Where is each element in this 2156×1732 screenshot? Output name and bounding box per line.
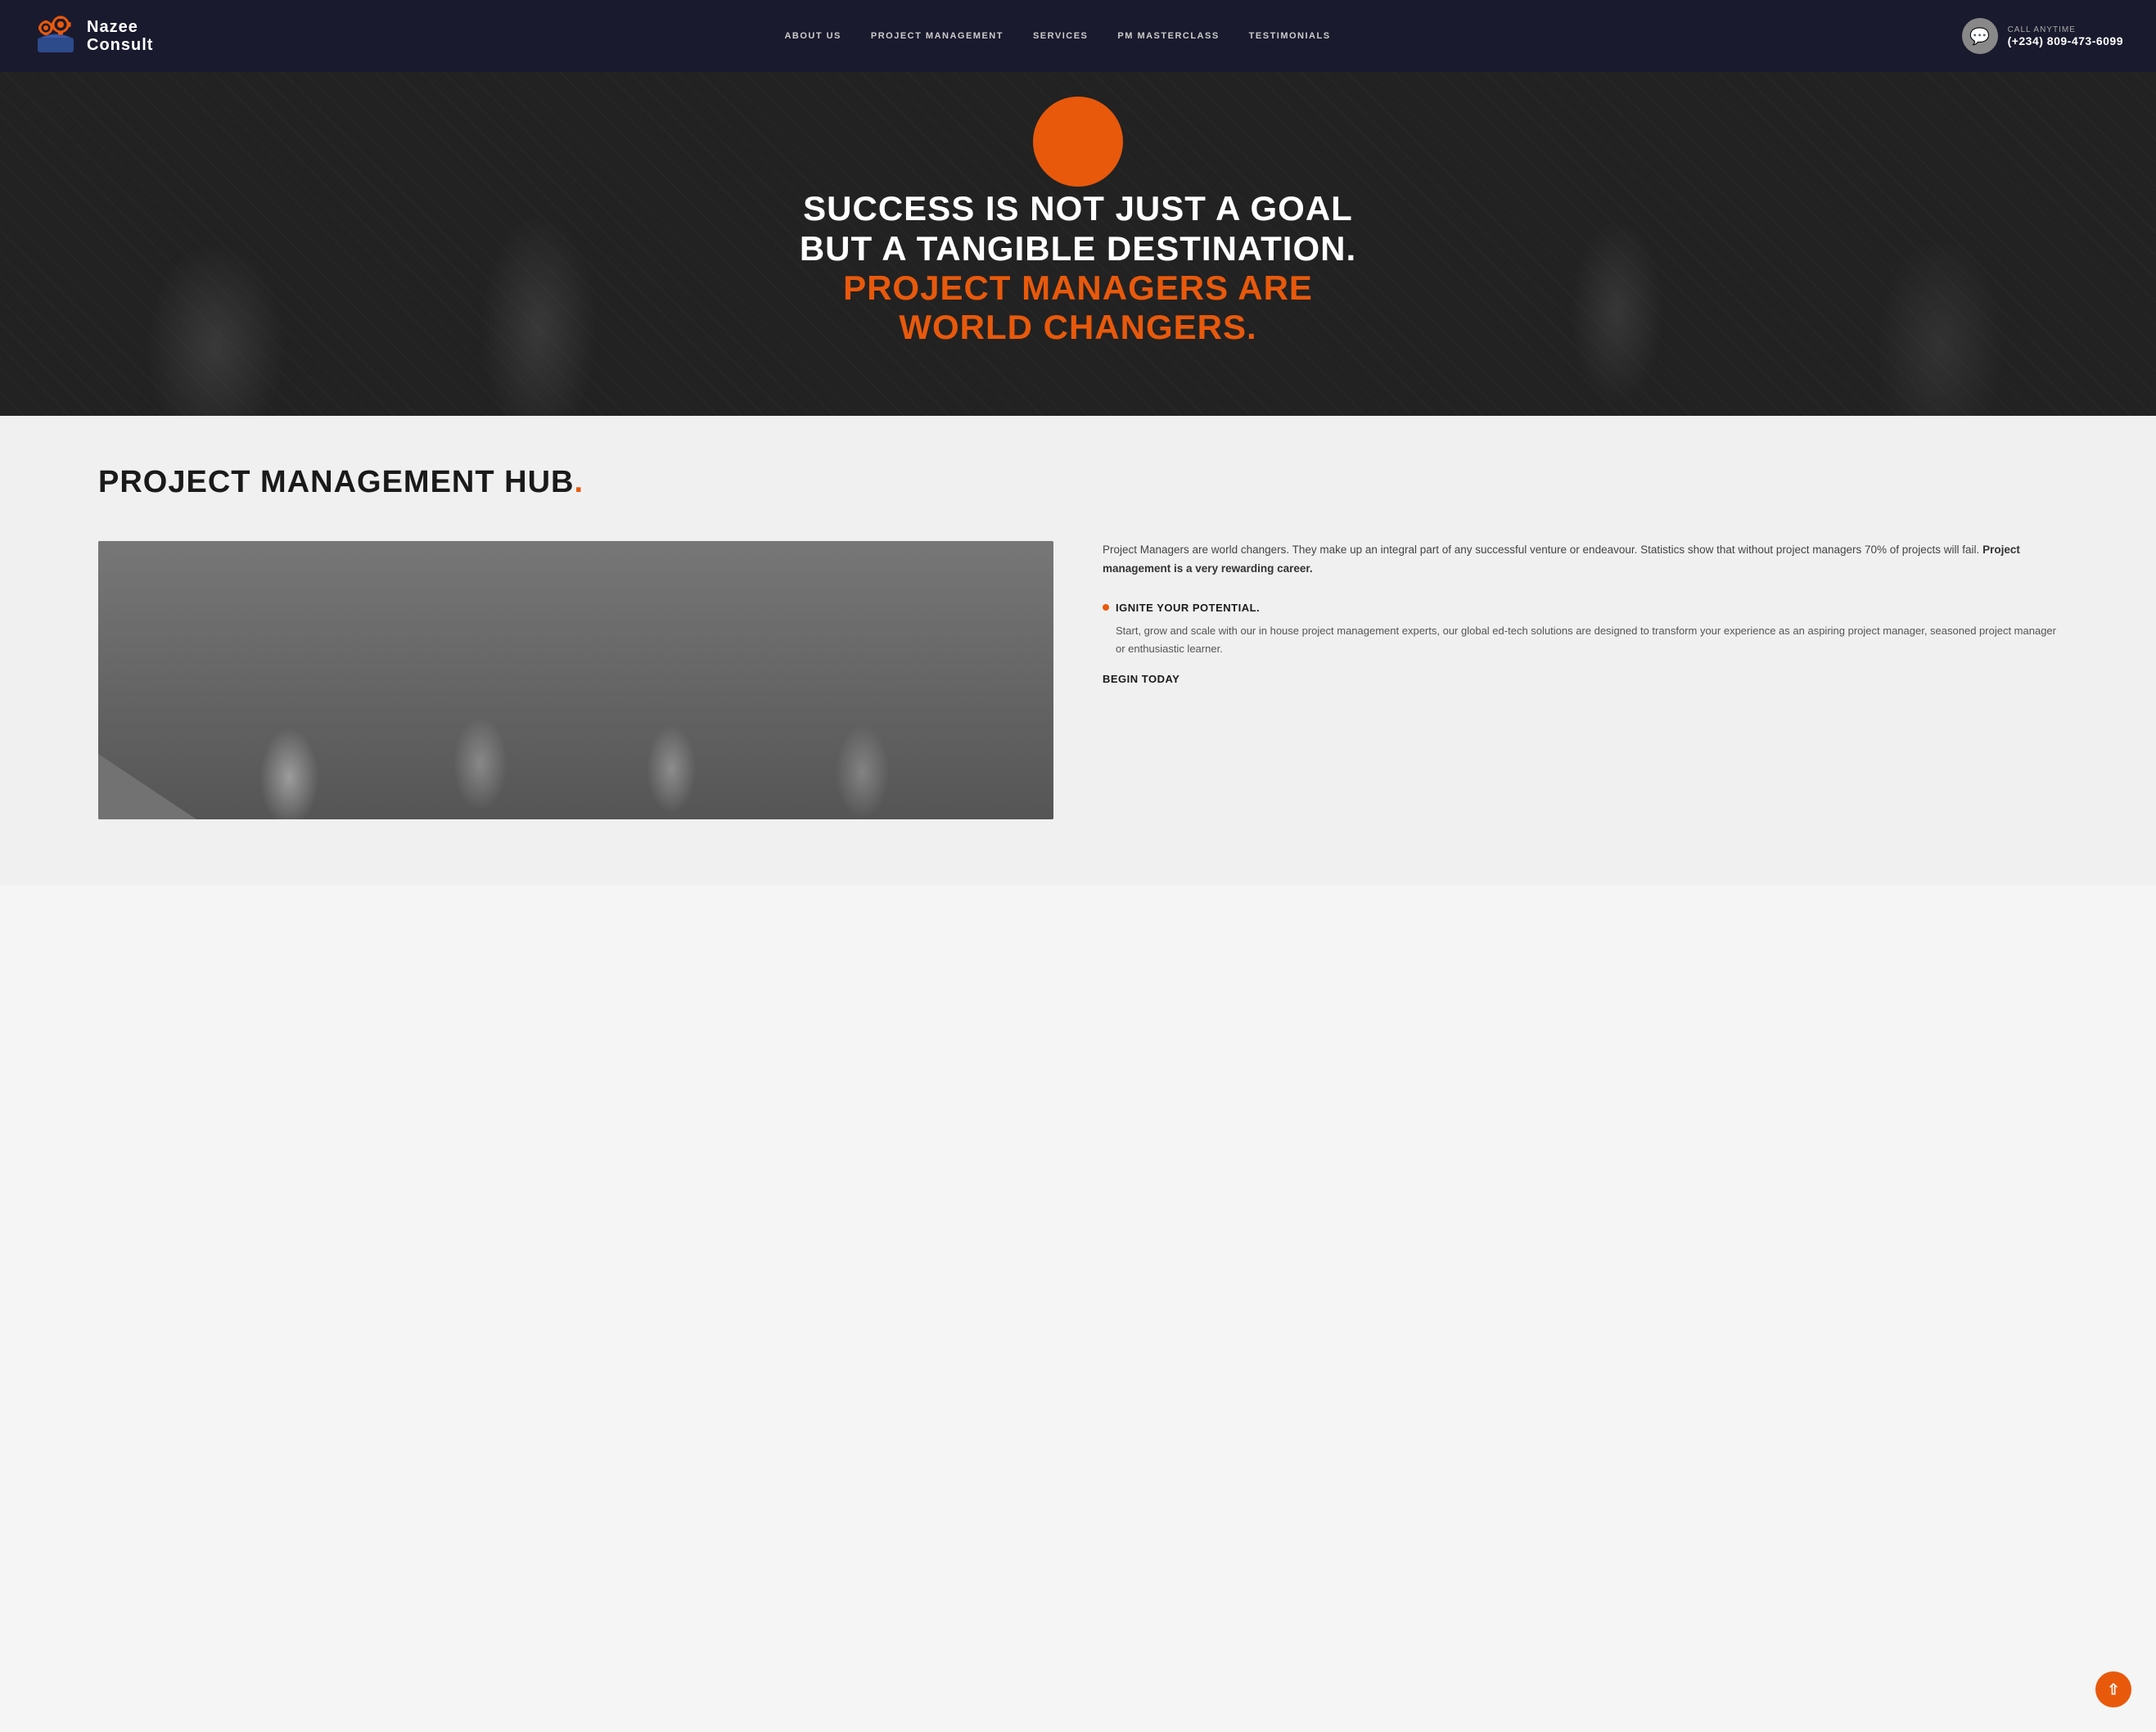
logo-name: Nazee bbox=[87, 18, 153, 36]
nav-about-us[interactable]: ABOUT US bbox=[784, 31, 841, 41]
hero-orange-circle bbox=[1033, 97, 1123, 187]
scroll-top-icon: ⇧ bbox=[2107, 1681, 2119, 1698]
content-grid: Project Managers are world changers. The… bbox=[98, 541, 2058, 819]
bullet-dot-1 bbox=[1103, 604, 1109, 611]
nav-testimonials[interactable]: TESTIMONIALS bbox=[1249, 31, 1331, 41]
bullet-title-1: IGNITE YOUR POTENTIAL. bbox=[1116, 602, 1260, 614]
logo[interactable]: Nazee Consult bbox=[33, 13, 153, 59]
chat-icon[interactable]: 💬 bbox=[1962, 18, 1998, 54]
hero-section: SUCCESS IS NOT JUST A GOAL BUT A TANGIBL… bbox=[0, 72, 2156, 416]
begin-today-label: BEGIN TODAY bbox=[1103, 673, 2058, 685]
content-text-area: Project Managers are world changers. The… bbox=[1103, 541, 2058, 685]
section-title-dot: . bbox=[574, 465, 584, 499]
nav-pm-masterclass[interactable]: PM MASTERCLASS bbox=[1117, 31, 1219, 41]
logo-consult: Consult bbox=[87, 36, 153, 54]
image-orange-corner bbox=[98, 754, 196, 819]
main-nav: ABOUT US PROJECT MANAGEMENT SERVICES PM … bbox=[784, 31, 1330, 41]
intro-paragraph: Project Managers are world changers. The… bbox=[1103, 541, 2058, 579]
call-anytime-label: CALL ANYTIME bbox=[2008, 25, 2123, 34]
intro-text-plain: Project Managers are world changers. The… bbox=[1103, 544, 1979, 556]
main-content-section: PROJECT MANAGEMENT HUB. Project Managers… bbox=[0, 416, 2156, 885]
hero-headline-orange: PROJECT MANAGERS ARE WORLD CHANGERS. bbox=[843, 268, 1313, 346]
bullet-header-1: IGNITE YOUR POTENTIAL. bbox=[1103, 602, 2058, 614]
site-header: Nazee Consult ABOUT US PROJECT MANAGEMEN… bbox=[0, 0, 2156, 72]
contact-area: 💬 CALL ANYTIME (+234) 809-473-6099 bbox=[1962, 18, 2123, 54]
phone-number: (+234) 809-473-6099 bbox=[2008, 34, 2123, 47]
bullet-item-1: IGNITE YOUR POTENTIAL. Start, grow and s… bbox=[1103, 602, 2058, 658]
section-title: PROJECT MANAGEMENT HUB. bbox=[98, 465, 2058, 500]
team-image bbox=[98, 541, 1053, 819]
nav-services[interactable]: SERVICES bbox=[1033, 31, 1088, 41]
bullet-desc-1: Start, grow and scale with our in house … bbox=[1103, 622, 2058, 658]
logo-icon bbox=[33, 13, 79, 59]
hero-headline-white: SUCCESS IS NOT JUST A GOAL BUT A TANGIBL… bbox=[800, 189, 1356, 267]
scroll-to-top-button[interactable]: ⇧ bbox=[2095, 1671, 2131, 1707]
hero-content: SUCCESS IS NOT JUST A GOAL BUT A TANGIBL… bbox=[759, 189, 1397, 347]
nav-project-management[interactable]: PROJECT MANAGEMENT bbox=[871, 31, 1004, 41]
hero-headline: SUCCESS IS NOT JUST A GOAL BUT A TANGIBL… bbox=[775, 189, 1381, 347]
content-image-area bbox=[98, 541, 1053, 819]
section-title-text: PROJECT MANAGEMENT HUB bbox=[98, 465, 574, 499]
